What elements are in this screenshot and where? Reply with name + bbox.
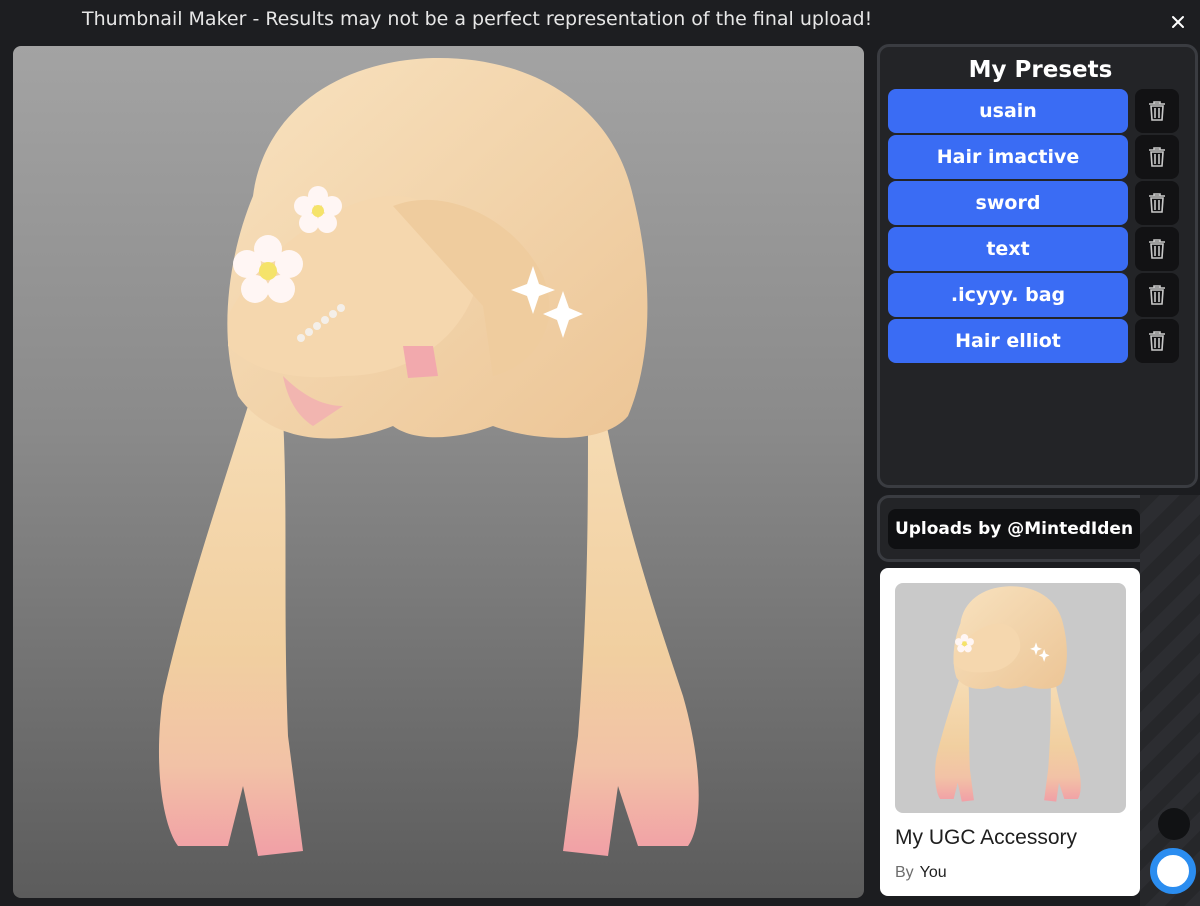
trash-icon [1149,193,1165,213]
preset-row: text [888,227,1193,271]
hair-thumbnail-image [935,586,1081,802]
preset-row: Hair elliot [888,319,1193,363]
hair-accessory-render [158,57,699,856]
preset-row: usain [888,89,1193,133]
close-icon [1172,16,1184,28]
dark-circle-button[interactable] [1158,808,1190,840]
preset-button[interactable]: sword [888,181,1128,225]
delete-preset-button[interactable] [1135,273,1179,317]
uploads-by-button[interactable]: Uploads by @MintedIden [888,509,1140,549]
trash-icon [1149,331,1165,351]
trash-icon [1149,239,1165,259]
item-creator: By You [895,864,947,882]
delete-preset-button[interactable] [1135,319,1179,363]
presets-title: My Presets [968,57,1113,83]
trash-icon [1149,285,1165,305]
presets-panel: My Presets usain Hair imactive sword tex… [877,44,1198,488]
creator-name[interactable]: You [920,864,947,881]
thumbnail-maker-window: Thumbnail Maker - Results may not be a p… [0,0,1200,906]
title-bar: Thumbnail Maker - Results may not be a p… [0,0,1200,40]
item-thumbnail [895,583,1126,813]
trash-icon [1149,147,1165,167]
preview-viewport[interactable] [13,46,864,898]
delete-preset-button[interactable] [1135,89,1179,133]
window-title: Thumbnail Maker - Results may not be a p… [82,8,873,30]
preset-button[interactable]: text [888,227,1128,271]
delete-preset-button[interactable] [1135,227,1179,271]
preset-row: sword [888,181,1193,225]
delete-preset-button[interactable] [1135,181,1179,225]
trash-icon [1149,101,1165,121]
background-pattern [1140,495,1200,906]
preset-button[interactable]: .icyyy. bag [888,273,1128,317]
close-button[interactable] [1166,10,1190,34]
preset-row: .icyyy. bag [888,273,1193,317]
preset-button[interactable]: Hair imactive [888,135,1128,179]
preset-row: Hair imactive [888,135,1193,179]
delete-preset-button[interactable] [1135,135,1179,179]
ugc-item-card[interactable]: My UGC Accessory By You [880,568,1140,896]
preset-button[interactable]: usain [888,89,1128,133]
by-label: By [895,864,914,881]
item-name: My UGC Accessory [895,826,1078,849]
preset-button[interactable]: Hair elliot [888,319,1128,363]
blue-circle-button[interactable] [1150,848,1196,894]
